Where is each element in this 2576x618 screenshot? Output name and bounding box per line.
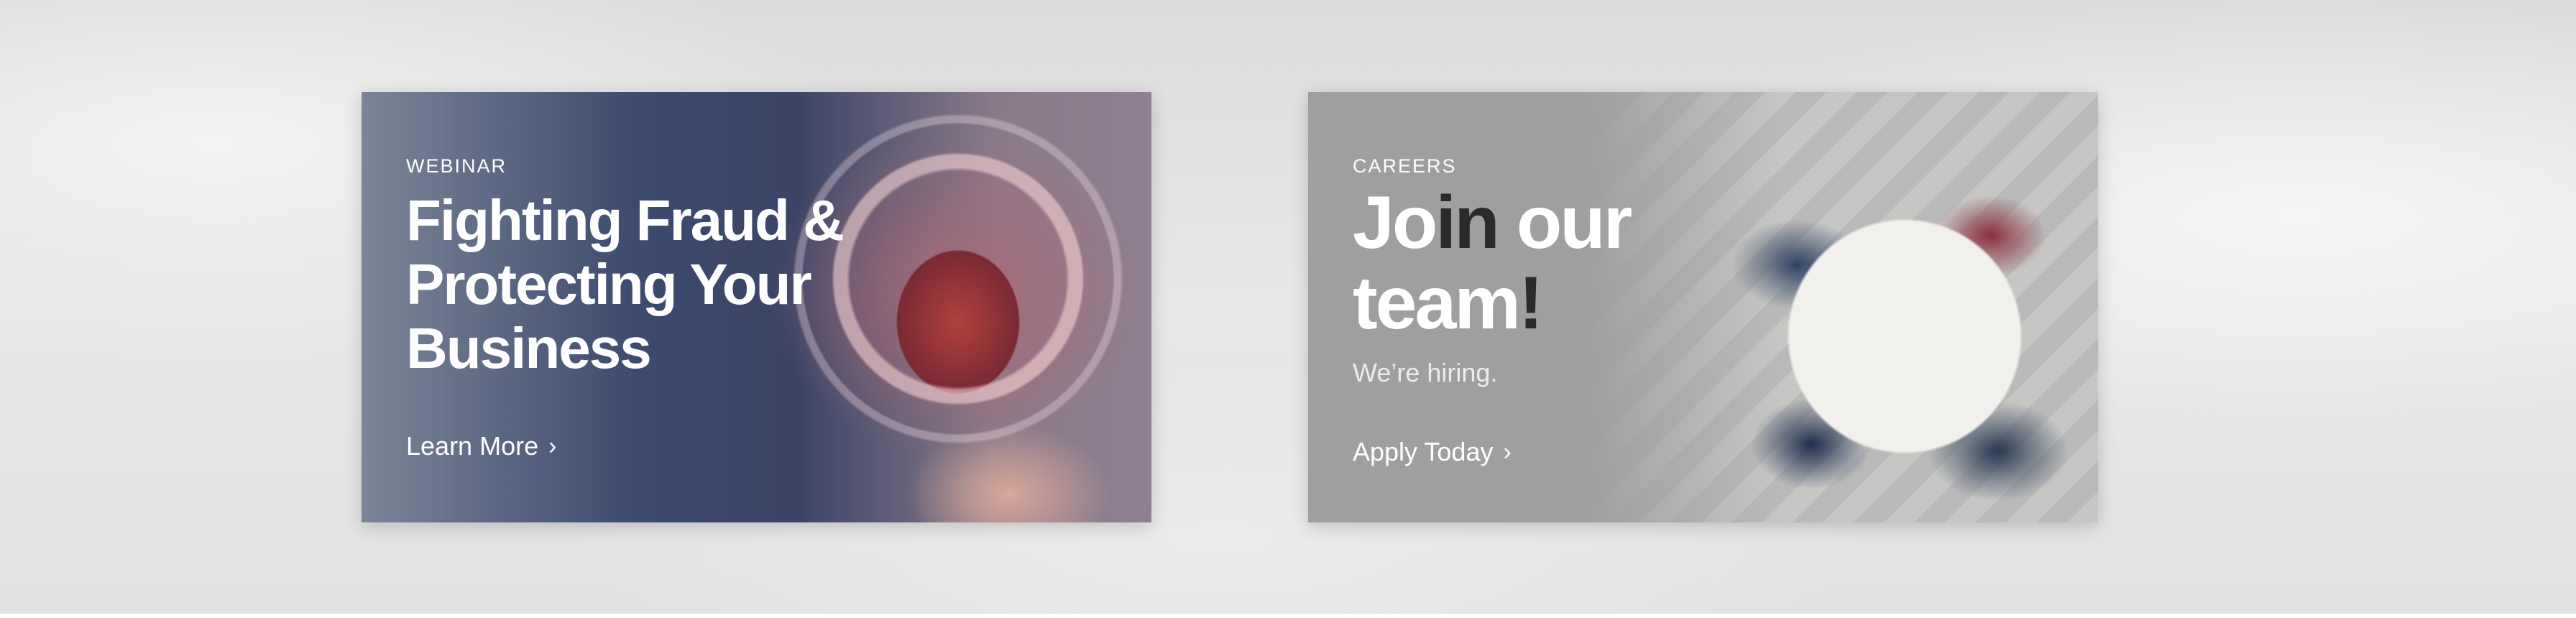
- careers-card-content: CAREERS Join our team! We’re hiring. App…: [1353, 92, 2098, 522]
- careers-card[interactable]: CAREERS Join our team! We’re hiring. App…: [1308, 92, 2098, 522]
- webinar-card-content: WEBINAR Fighting Fraud & Protecting Your…: [406, 92, 1151, 522]
- title-part-accent: in: [1435, 181, 1499, 264]
- title-part-accent: !: [1518, 262, 1544, 345]
- title-line: Fighting Fraud &: [406, 188, 845, 252]
- card-title: Join our team!: [1353, 181, 1633, 345]
- title-line: Protecting Your: [406, 252, 812, 316]
- cta-label: Learn More: [406, 431, 539, 461]
- title-part: Jo: [1353, 181, 1438, 264]
- webinar-card[interactable]: WEBINAR Fighting Fraud & Protecting Your…: [362, 92, 1151, 522]
- learn-more-link[interactable]: Learn More ›: [406, 431, 556, 461]
- chevron-right-icon: ›: [1503, 438, 1512, 466]
- title-part: team: [1353, 262, 1521, 345]
- card-eyebrow: CAREERS: [1353, 155, 1457, 177]
- title-line: Business: [406, 316, 652, 380]
- card-subtitle: We’re hiring.: [1353, 358, 1498, 387]
- title-part: our: [1497, 181, 1633, 264]
- cta-label: Apply Today: [1353, 437, 1494, 466]
- chevron-right-icon: ›: [548, 432, 557, 460]
- apply-today-link[interactable]: Apply Today ›: [1353, 437, 1512, 467]
- card-title: Fighting Fraud & Protecting Your Busines…: [406, 188, 845, 380]
- card-eyebrow: WEBINAR: [406, 155, 507, 177]
- footer-divider: [0, 614, 2576, 618]
